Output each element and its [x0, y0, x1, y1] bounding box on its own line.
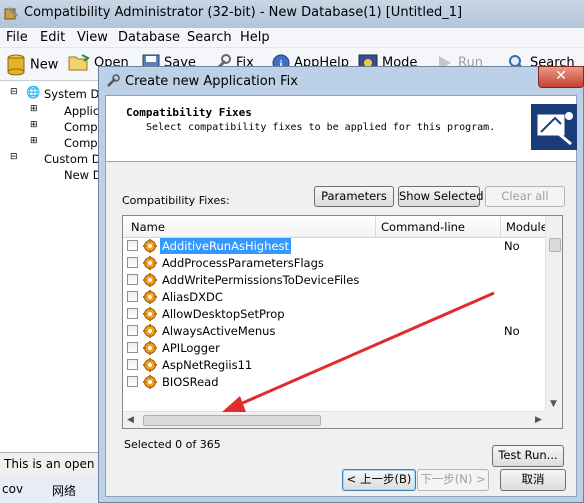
annotation-arrow — [222, 291, 495, 412]
